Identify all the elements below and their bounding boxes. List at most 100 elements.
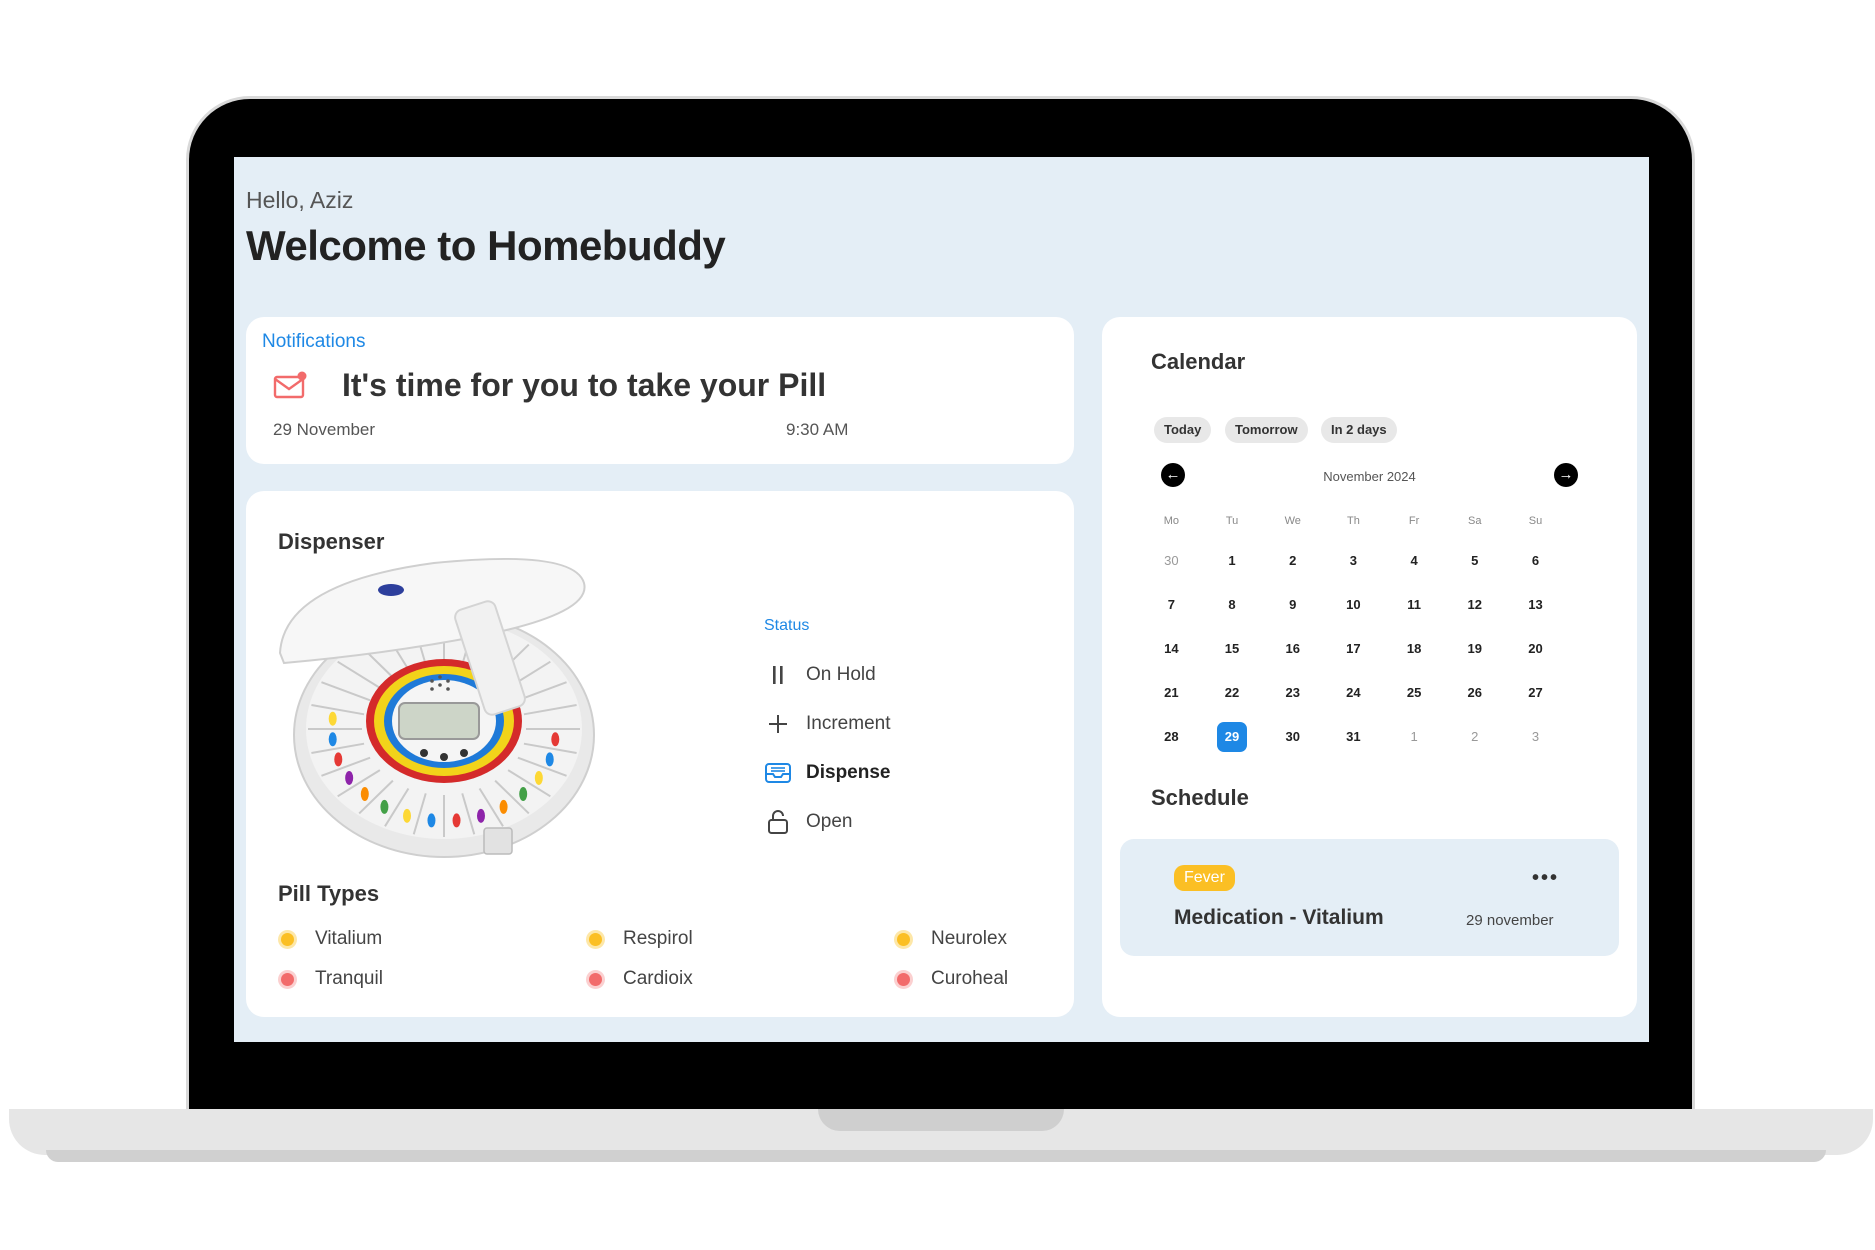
pill-dot: [897, 972, 910, 986]
notification-message: It's time for you to take your Pill: [342, 367, 827, 403]
increment-label: Increment: [806, 713, 891, 734]
weekday-label: Sa: [1468, 515, 1482, 527]
calendar-day[interactable]: 13: [1505, 590, 1566, 620]
calendar-day[interactable]: 3: [1505, 722, 1566, 752]
arrow-right-icon: →: [1558, 466, 1574, 483]
calendar-day-selected[interactable]: 29: [1202, 722, 1263, 752]
calendar-day[interactable]: 10: [1323, 590, 1384, 620]
plus-icon: [764, 710, 792, 738]
calendar-day[interactable]: 12: [1444, 590, 1505, 620]
chip-tomorrow[interactable]: Tomorrow: [1225, 417, 1308, 443]
notification-card[interactable]: Notifications It's time for you to take …: [246, 317, 1074, 464]
calendar-day[interactable]: 11: [1384, 590, 1445, 620]
open-label: Open: [806, 811, 853, 832]
calendar-day[interactable]: 16: [1262, 634, 1323, 664]
weekday-header: Mo Tu We Th Fr Sa Su: [1141, 515, 1566, 527]
increment-button[interactable]: Increment: [764, 709, 890, 739]
pill-dot: [589, 932, 602, 946]
calendar-day[interactable]: 1: [1384, 722, 1445, 752]
calendar-day[interactable]: 22: [1202, 678, 1263, 708]
calendar-week: 28 29 30 31 1 2 3: [1141, 722, 1566, 752]
calendar-week: 7 8 9 10 11 12 13: [1141, 590, 1566, 620]
calendar-day[interactable]: 27: [1505, 678, 1566, 708]
weekday-label: Mo: [1163, 515, 1179, 527]
weekday-label: Su: [1528, 515, 1543, 527]
pill-type-item: Neurolex: [897, 928, 1007, 950]
calendar-day[interactable]: 20: [1505, 634, 1566, 664]
weekday-label: Tu: [1225, 515, 1239, 527]
calendar-day[interactable]: 30: [1141, 546, 1202, 576]
laptop-base-shadow: [46, 1150, 1826, 1162]
notifications-label: Notifications: [262, 331, 366, 352]
notification-time: 9:30 AM: [786, 420, 849, 439]
open-button[interactable]: Open: [764, 807, 852, 837]
calendar-day[interactable]: 9: [1262, 590, 1323, 620]
calendar-day[interactable]: 4: [1384, 546, 1445, 576]
calendar-day[interactable]: 3: [1323, 546, 1384, 576]
greeting: Hello, Aziz: [246, 187, 354, 213]
calendar-card: Calendar Today Tomorrow In 2 days ← Nove…: [1102, 317, 1637, 1017]
app-screen: Hello, Aziz Welcome to Homebuddy Notific…: [234, 157, 1649, 1042]
calendar-week: 14 15 16 17 18 19 20: [1141, 634, 1566, 664]
calendar-day[interactable]: 31: [1323, 722, 1384, 752]
calendar-day[interactable]: 8: [1202, 590, 1263, 620]
dispense-button[interactable]: Dispense: [764, 758, 890, 788]
calendar-week: 21 22 23 24 25 26 27: [1141, 678, 1566, 708]
calendar-day[interactable]: 17: [1323, 634, 1384, 664]
dispenser-card: Dispenser Status On Hold Increment Dispe…: [246, 491, 1074, 1017]
calendar-day[interactable]: 19: [1444, 634, 1505, 664]
more-options-icon[interactable]: •••: [1532, 867, 1559, 890]
unlock-icon: [764, 808, 792, 836]
schedule-item[interactable]: Fever ••• Medication - Vitalium 29 novem…: [1120, 839, 1619, 956]
calendar-day[interactable]: 1: [1202, 546, 1263, 576]
calendar-week: 30 1 2 3 4 5 6: [1141, 546, 1566, 576]
calendar-day[interactable]: 25: [1384, 678, 1445, 708]
inbox-tray-icon: [764, 759, 792, 787]
schedule-title: Schedule: [1151, 785, 1249, 810]
selected-day-label: 29: [1217, 722, 1248, 752]
calendar-day[interactable]: 2: [1262, 546, 1323, 576]
laptop-notch: [818, 1109, 1064, 1131]
schedule-item-date: 29 november: [1466, 912, 1554, 929]
pill-type-item: Cardioix: [589, 968, 693, 990]
calendar-day[interactable]: 30: [1262, 722, 1323, 752]
calendar-day[interactable]: 21: [1141, 678, 1202, 708]
chip-in-2-days[interactable]: In 2 days: [1321, 417, 1397, 443]
calendar-day[interactable]: 18: [1384, 634, 1445, 664]
pill-type-item: Curoheal: [897, 968, 1008, 990]
calendar-day[interactable]: 15: [1202, 634, 1263, 664]
pill-type-item: Tranquil: [281, 968, 383, 990]
on-hold-button[interactable]: On Hold: [764, 660, 876, 690]
notification-date: 29 November: [273, 420, 376, 439]
calendar-day[interactable]: 5: [1444, 546, 1505, 576]
pill-name: Respirol: [623, 928, 693, 949]
calendar-day[interactable]: 28: [1141, 722, 1202, 752]
calendar-day[interactable]: 2: [1444, 722, 1505, 752]
calendar-day[interactable]: 6: [1505, 546, 1566, 576]
pill-types-title: Pill Types: [278, 881, 380, 906]
calendar-day[interactable]: 23: [1262, 678, 1323, 708]
weekday-label: Th: [1346, 515, 1360, 527]
calendar-day[interactable]: 24: [1323, 678, 1384, 708]
calendar-day[interactable]: 26: [1444, 678, 1505, 708]
pill-dot: [589, 972, 602, 986]
status-label: Status: [764, 617, 810, 634]
pill-name: Neurolex: [931, 928, 1008, 949]
calendar-day[interactable]: 14: [1141, 634, 1202, 664]
pill-name: Cardioix: [623, 968, 693, 989]
pill-name: Tranquil: [315, 968, 383, 989]
pill-dot: [281, 972, 294, 986]
calendar-day[interactable]: 7: [1141, 590, 1202, 620]
mail-alert-icon: [273, 371, 307, 399]
next-month-button[interactable]: →: [1554, 463, 1578, 487]
pill-dot: [281, 932, 294, 946]
dispense-label: Dispense: [806, 762, 891, 783]
pill-dot: [897, 932, 910, 946]
pill-dispenser-image: [278, 557, 595, 858]
schedule-tag: Fever: [1174, 865, 1235, 891]
on-hold-label: On Hold: [806, 664, 876, 685]
pill-type-item: Vitalium: [281, 928, 382, 950]
pill-name: Curoheal: [931, 968, 1009, 989]
chip-today[interactable]: Today: [1154, 417, 1212, 443]
schedule-item-name: Medication - Vitalium: [1174, 906, 1384, 929]
